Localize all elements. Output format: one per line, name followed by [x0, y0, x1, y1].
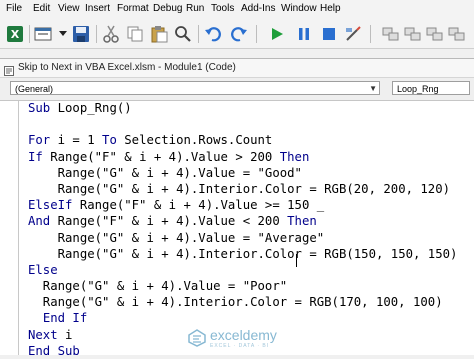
object-dropdown-value: (General)	[15, 84, 54, 94]
menu-view[interactable]: View	[58, 3, 80, 14]
project-explorer-icon[interactable]	[380, 23, 402, 45]
code-line[interactable]: Range("G" & i + 4).Interior.Color = RGB(…	[28, 246, 458, 262]
code-line[interactable]: Range("G" & i + 4).Interior.Color = RGB(…	[28, 294, 457, 310]
chevron-down-icon: ▼	[369, 84, 377, 93]
margin-indicator-bar	[18, 101, 19, 355]
code-line[interactable]: End If	[28, 310, 457, 326]
menu-tools[interactable]: Tools	[211, 3, 234, 14]
procedure-bar: (General) ▼ Loop_Rng	[0, 78, 474, 101]
excel-icon[interactable]: X	[4, 23, 26, 45]
code-window-titlebar[interactable]: Skip to Next in VBA Excel.xlsm - Module1…	[0, 59, 474, 78]
menu-format[interactable]: Format	[117, 3, 149, 14]
code-line[interactable]: Range("G" & i + 4).Value = "Good"	[28, 165, 457, 181]
menu-file[interactable]: File	[6, 3, 22, 14]
menu-window[interactable]: Window	[281, 3, 317, 14]
menu-run[interactable]: Run	[186, 3, 204, 14]
menu-edit[interactable]: Edit	[33, 3, 50, 14]
reset-icon[interactable]	[318, 23, 340, 45]
menu-bar: File Edit View Insert Format Debug Run T…	[0, 0, 474, 21]
toolbar-separator	[29, 25, 30, 43]
toolbar-separator	[370, 25, 371, 43]
copy-icon[interactable]	[124, 23, 146, 45]
break-icon[interactable]	[293, 23, 315, 45]
code-line[interactable]: If Range("F" & i + 4).Value > 200 Then	[28, 149, 457, 165]
code-window: Skip to Next in VBA Excel.xlsm - Module1…	[0, 58, 474, 358]
menu-debug[interactable]: Debug	[153, 3, 182, 14]
redo-icon[interactable]	[228, 23, 250, 45]
undo-icon[interactable]	[202, 23, 224, 45]
watermark: exceldemy EXCEL · DATA · BI	[188, 327, 277, 349]
code-text[interactable]: Sub Loop_Rng() For i = 1 To Selection.Ro…	[28, 100, 457, 359]
text-cursor	[296, 254, 297, 267]
code-line[interactable]: Sub Loop_Rng()	[28, 100, 457, 116]
save-icon[interactable]	[70, 23, 92, 45]
code-line[interactable]: Range("G" & i + 4).Interior.Color = RGB(…	[28, 181, 457, 197]
paste-icon[interactable]	[148, 23, 170, 45]
cut-icon[interactable]	[100, 23, 122, 45]
code-line[interactable]	[28, 116, 457, 132]
code-line[interactable]: And Range("F" & i + 4).Value < 200 Then	[28, 213, 457, 229]
svg-text:X: X	[11, 28, 20, 41]
object-browser-icon[interactable]	[424, 23, 446, 45]
code-line[interactable]: Range("G" & i + 4).Value = "Average"	[28, 230, 457, 246]
toolbar-separator	[198, 25, 199, 43]
run-icon[interactable]	[266, 23, 288, 45]
code-line[interactable]: For i = 1 To Selection.Rows.Count	[28, 132, 457, 148]
menu-help[interactable]: Help	[320, 3, 341, 14]
code-line[interactable]: Else	[28, 262, 457, 278]
code-editor[interactable]: Sub Loop_Rng() For i = 1 To Selection.Ro…	[0, 101, 474, 358]
find-icon[interactable]	[172, 23, 194, 45]
design-mode-icon[interactable]	[342, 23, 364, 45]
toolbar-separator	[96, 25, 97, 43]
object-dropdown[interactable]: (General) ▼	[10, 81, 380, 95]
menu-add-ins[interactable]: Add-Ins	[241, 3, 275, 14]
standard-toolbar: X	[0, 20, 474, 49]
code-line[interactable]: Range("G" & i + 4).Value = "Poor"	[28, 278, 457, 294]
properties-window-icon[interactable]	[402, 23, 424, 45]
toolbox-icon[interactable]	[446, 23, 468, 45]
procedure-dropdown[interactable]: Loop_Rng	[392, 81, 470, 95]
watermark-name: exceldemy	[210, 327, 277, 343]
menu-insert[interactable]: Insert	[85, 3, 110, 14]
exceldemy-logo-icon	[188, 329, 206, 347]
insert-userform-icon[interactable]	[32, 23, 54, 45]
code-window-title: Skip to Next in VBA Excel.xlsm - Module1…	[18, 62, 236, 73]
code-line[interactable]: ElseIf Range("F" & i + 4).Value >= 150 _	[28, 197, 457, 213]
procedure-dropdown-value: Loop_Rng	[397, 84, 439, 94]
toolbar-separator	[256, 25, 257, 43]
watermark-tagline: EXCEL · DATA · BI	[210, 343, 270, 349]
